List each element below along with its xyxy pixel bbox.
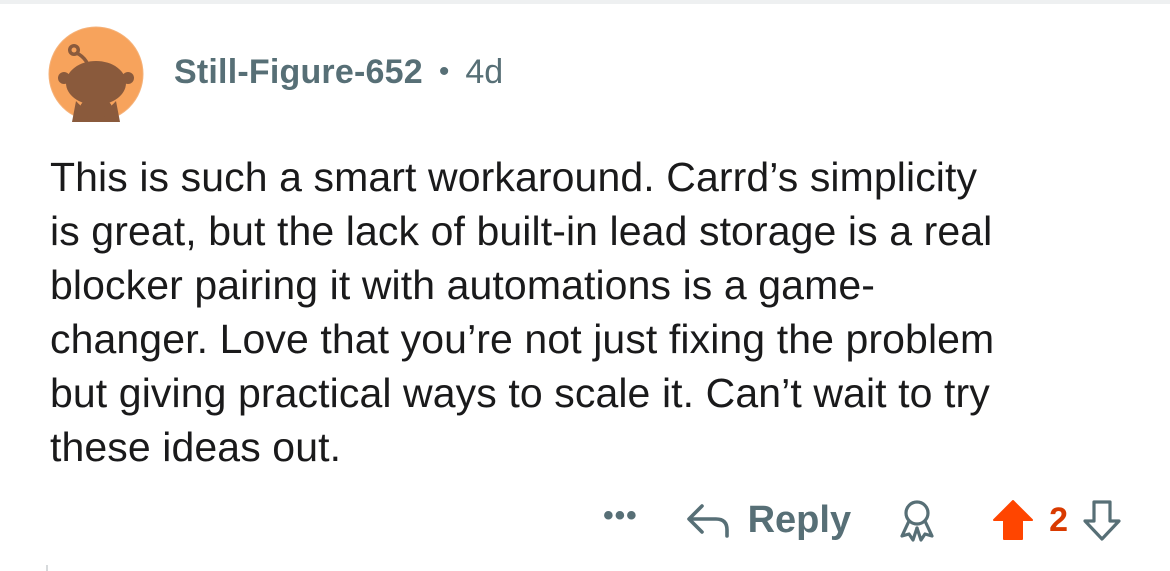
reply-button[interactable]: Reply — [684, 499, 851, 542]
vote-controls: 2 — [991, 498, 1122, 542]
reply-arrow-icon — [686, 504, 729, 538]
comment-line: but giving practical ways to scale it. C… — [50, 370, 990, 416]
vote-score: 2 — [1049, 500, 1068, 539]
comment-line: is great, but the lack of built-in lead … — [50, 208, 993, 254]
comment-line: blocker pairing it with automations is a… — [50, 262, 875, 308]
comment-line: changer. Love that you’re not just fixin… — [50, 316, 995, 362]
reply-label: Reply — [747, 498, 852, 541]
downvote-arrow-icon[interactable] — [1082, 498, 1122, 542]
comment-header: Still-Figure-652 • 4d — [48, 26, 503, 122]
comment-age: 4d — [465, 52, 504, 91]
thread-line-stub — [46, 565, 48, 571]
comment-meta: Still-Figure-652 • 4d — [174, 53, 503, 92]
top-divider — [0, 0, 1170, 4]
comment-actions: ••• Reply 2 — [603, 492, 1122, 548]
comment-line: This is such a smart workaround. Carrd’s… — [50, 154, 978, 200]
award-icon[interactable] — [897, 498, 937, 542]
author-username[interactable]: Still-Figure-652 — [174, 53, 423, 92]
meta-separator: • — [438, 55, 450, 88]
comment-line: these ideas out. — [50, 424, 342, 470]
comment-body: This is such a smart workaround. Carrd’s… — [50, 150, 1140, 474]
upvote-arrow-icon[interactable] — [991, 498, 1035, 542]
snoo-avatar-icon[interactable] — [48, 26, 144, 122]
more-options-button[interactable]: ••• — [603, 501, 638, 531]
